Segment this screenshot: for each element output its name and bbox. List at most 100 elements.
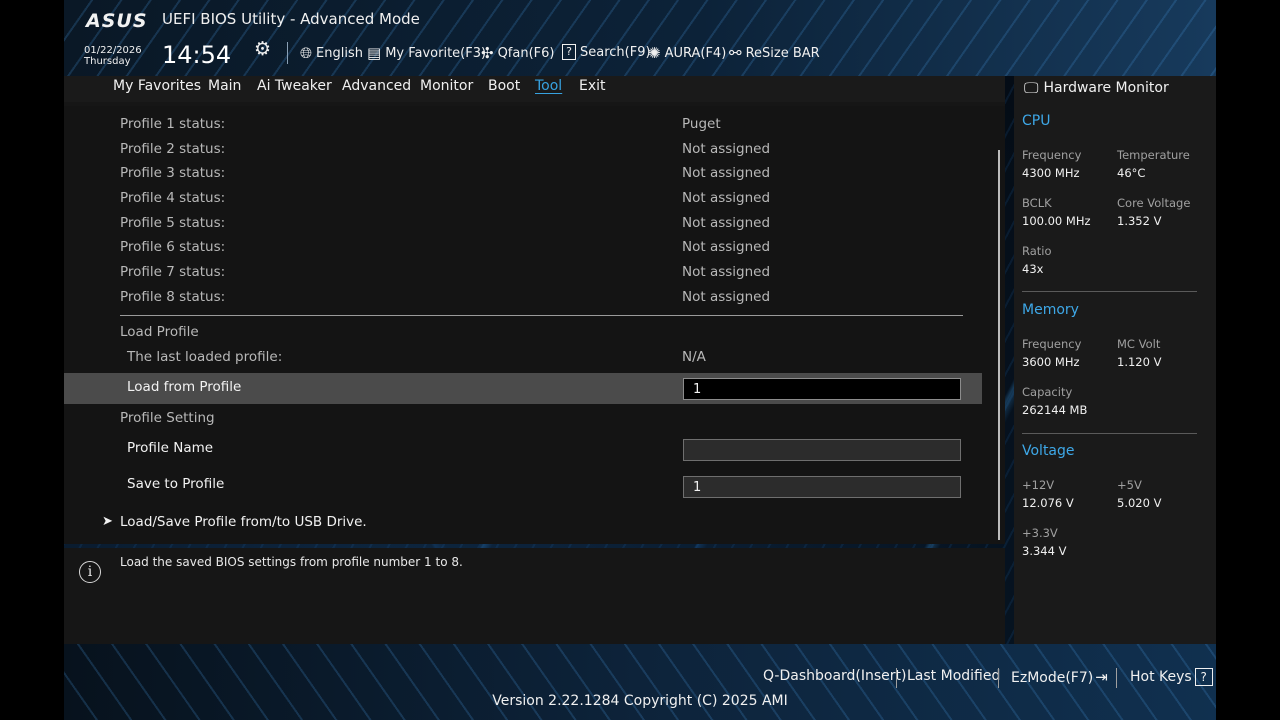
save-to-profile-label: Save to Profile (127, 476, 225, 492)
tab-monitor[interactable]: Monitor (420, 78, 473, 94)
capacity-label: Capacity (1022, 385, 1073, 399)
clock-time: 14:54 (162, 41, 232, 69)
save-to-profile-input[interactable]: 1 (683, 476, 961, 498)
q-dashboard-button[interactable]: Q-Dashboard(Insert) (763, 668, 907, 684)
search-button[interactable]: ? Search(F9) (562, 44, 651, 60)
date-text: 01/22/2026 (84, 45, 142, 56)
profile-name-input[interactable] (683, 439, 961, 461)
ezmode-button[interactable]: EzMode(F7) ⇥ (1011, 668, 1108, 686)
core-voltage-value: 1.352 V (1117, 214, 1162, 228)
capacity-value: 262144 MB (1022, 403, 1088, 417)
aura-button[interactable]: ✺ AURA(F4) (648, 44, 726, 62)
v33-label: +3.3V (1022, 526, 1058, 540)
profile-7-status-label: Profile 7 status: (120, 264, 226, 280)
v33-value: 3.344 V (1022, 544, 1067, 558)
profile-setting-section-title: Profile Setting (120, 410, 215, 426)
gear-icon[interactable]: ⚙ (254, 38, 271, 60)
core-voltage-label: Core Voltage (1117, 196, 1191, 210)
cpu-frequency-value: 4300 MHz (1022, 166, 1080, 180)
load-from-profile-label: Load from Profile (127, 379, 242, 395)
globe-icon: 🌐︎ (300, 44, 313, 62)
profile-name-label: Profile Name (127, 440, 214, 456)
toolbar-divider (287, 42, 288, 64)
mc-volt-value: 1.120 V (1117, 355, 1162, 369)
section-divider (120, 315, 963, 316)
v12-label: +12V (1022, 478, 1055, 492)
search-icon: ? (562, 44, 576, 60)
last-modified-button[interactable]: Last Modified (907, 668, 1000, 684)
profile-2-status-value: Not assigned (682, 141, 771, 157)
v5-label: +5V (1117, 478, 1142, 492)
tab-main[interactable]: Main (208, 78, 241, 94)
profile-4-status-value: Not assigned (682, 190, 771, 206)
ratio-label: Ratio (1022, 244, 1052, 258)
footer-divider (1116, 668, 1117, 688)
my-favorite-label: My Favorite(F3) (385, 45, 487, 61)
ezmode-label: EzMode(F7) (1011, 670, 1094, 686)
memory-frequency-label: Frequency (1022, 337, 1082, 351)
footer-divider (896, 668, 897, 688)
scrollbar[interactable] (998, 150, 1000, 540)
tab-my-favorites[interactable]: My Favorites (113, 78, 201, 94)
app-title: UEFI BIOS Utility - Advanced Mode (162, 10, 420, 28)
profile-4-status-label: Profile 4 status: (120, 190, 226, 206)
memory-divider (1022, 433, 1197, 434)
exit-arrow-icon: ⇥ (1095, 668, 1108, 686)
favorite-icon: ▤ (367, 44, 382, 62)
my-favorite-button[interactable]: ▤ My Favorite(F3) (367, 44, 486, 62)
cpu-temperature-label: Temperature (1117, 148, 1190, 162)
memory-frequency-value: 3600 MHz (1022, 355, 1080, 369)
hot-keys-label: Hot Keys (1130, 669, 1192, 685)
profile-1-status-label: Profile 1 status: (120, 116, 226, 132)
day-text: Thursday (84, 56, 131, 67)
tab-advanced[interactable]: Advanced (342, 78, 411, 94)
fan-icon: ✣ (481, 44, 494, 62)
aura-icon: ✺ (648, 44, 661, 62)
last-loaded-profile-label: The last loaded profile: (127, 349, 283, 365)
tab-tool[interactable]: Tool (535, 78, 562, 94)
profile-8-status-label: Profile 8 status: (120, 289, 226, 305)
version-text: Version 2.22.1284 Copyright (C) 2025 AMI (492, 693, 788, 709)
last-loaded-profile-value: N/A (682, 349, 706, 365)
load-profile-section-title: Load Profile (120, 324, 199, 340)
profile-3-status-label: Profile 3 status: (120, 165, 226, 181)
v12-value: 12.076 V (1022, 496, 1074, 510)
voltage-section-title: Voltage (1022, 443, 1075, 459)
qfan-label: Qfan(F6) (497, 45, 555, 61)
hardware-monitor-title: 🖵︎ Hardware Monitor (1024, 79, 1169, 97)
cpu-temperature-value: 46°C (1117, 166, 1146, 180)
hardware-monitor-label: Hardware Monitor (1043, 80, 1169, 96)
cpu-section-title: CPU (1022, 113, 1051, 129)
profile-8-status-value: Not assigned (682, 289, 771, 305)
help-text: Load the saved BIOS settings from profil… (120, 555, 463, 569)
ratio-value: 43x (1022, 262, 1044, 276)
tab-exit[interactable]: Exit (579, 78, 606, 94)
language-button[interactable]: 🌐︎ English (300, 44, 363, 62)
resize-bar-icon: ⚯ (729, 44, 742, 62)
usb-profile-link[interactable]: Load/Save Profile from/to USB Drive. (120, 514, 367, 530)
load-from-profile-input[interactable]: 1 (683, 378, 961, 400)
cpu-frequency-label: Frequency (1022, 148, 1082, 162)
asus-logo: ASUS (86, 10, 148, 32)
help-icon: ? (1194, 668, 1213, 686)
resize-bar-button[interactable]: ⚯ ReSize BAR (729, 44, 820, 62)
mc-volt-label: MC Volt (1117, 337, 1161, 351)
profile-5-status-label: Profile 5 status: (120, 215, 226, 231)
tab-boot[interactable]: Boot (488, 78, 520, 94)
profile-6-status-label: Profile 6 status: (120, 239, 226, 255)
bclk-value: 100.00 MHz (1022, 214, 1091, 228)
tab-ai-tweaker[interactable]: Ai Tweaker (257, 78, 332, 94)
footer-divider (998, 668, 999, 688)
bclk-label: BCLK (1022, 196, 1052, 210)
hot-keys-button[interactable]: Hot Keys? (1130, 668, 1213, 686)
resize-bar-label: ReSize BAR (745, 45, 820, 61)
aura-label: AURA(F4) (664, 45, 727, 61)
profile-6-status-value: Not assigned (682, 239, 771, 255)
profile-2-status-label: Profile 2 status: (120, 141, 226, 157)
profile-3-status-value: Not assigned (682, 165, 771, 181)
qfan-button[interactable]: ✣ Qfan(F6) (481, 44, 555, 62)
memory-section-title: Memory (1022, 302, 1079, 318)
v5-value: 5.020 V (1117, 496, 1162, 510)
info-icon: i (79, 561, 101, 583)
cpu-divider (1022, 291, 1197, 292)
